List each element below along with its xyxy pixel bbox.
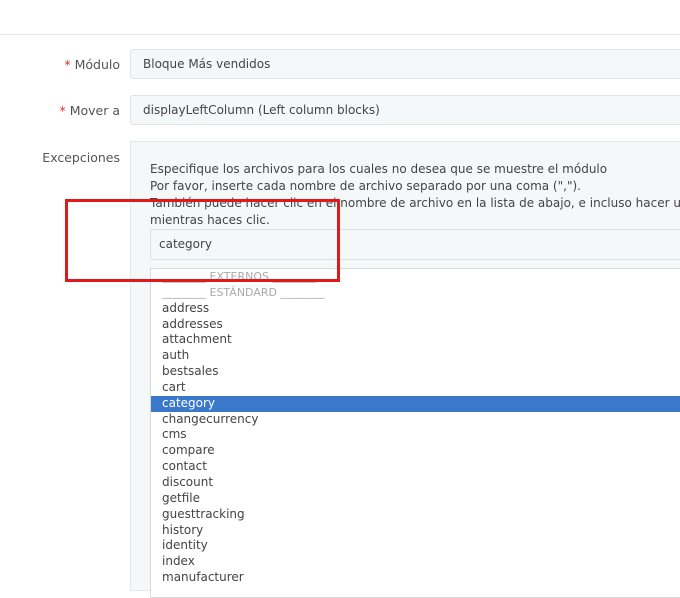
- list-item[interactable]: guesttracking: [151, 507, 680, 523]
- list-item[interactable]: addresses: [151, 317, 680, 333]
- list-item[interactable]: changecurrency: [151, 412, 680, 428]
- list-item[interactable]: history: [151, 523, 680, 539]
- list-separator: ________ ESTÁNDARD ________: [162, 285, 325, 299]
- exceptions-label: Excepciones: [42, 150, 120, 165]
- list-item[interactable]: discount: [151, 475, 680, 491]
- help-line: Especifique los archivos para los cuales…: [150, 162, 608, 176]
- file-list[interactable]: ________ EXTERNOS ________ ________ ESTÁ…: [150, 268, 680, 598]
- module-label: * Módulo: [64, 57, 120, 72]
- list-item[interactable]: manufacturer: [151, 570, 680, 586]
- list-item[interactable]: contact: [151, 459, 680, 475]
- list-item[interactable]: getfile: [151, 491, 680, 507]
- list-item[interactable]: address: [151, 301, 680, 317]
- list-item-selected[interactable]: category: [151, 395, 680, 412]
- list-item[interactable]: index: [151, 554, 680, 570]
- hook-select[interactable]: displayLeftColumn (Left column blocks): [130, 95, 680, 125]
- hook-label: * Mover a: [59, 103, 120, 118]
- help-line: Por favor, inserte cada nombre de archiv…: [150, 179, 581, 193]
- required-mark: *: [59, 103, 66, 118]
- annotation-highlight-box: [65, 199, 340, 282]
- list-item[interactable]: compare: [151, 443, 680, 459]
- list-item[interactable]: bestsales: [151, 364, 680, 380]
- list-item[interactable]: cms: [151, 427, 680, 443]
- list-item[interactable]: attachment: [151, 332, 680, 348]
- module-field: Bloque Más vendidos: [130, 49, 680, 79]
- top-bar: [0, 0, 680, 35]
- list-item[interactable]: identity: [151, 538, 680, 554]
- list-item[interactable]: cart: [151, 380, 680, 396]
- list-item[interactable]: auth: [151, 348, 680, 364]
- required-mark: *: [64, 57, 71, 72]
